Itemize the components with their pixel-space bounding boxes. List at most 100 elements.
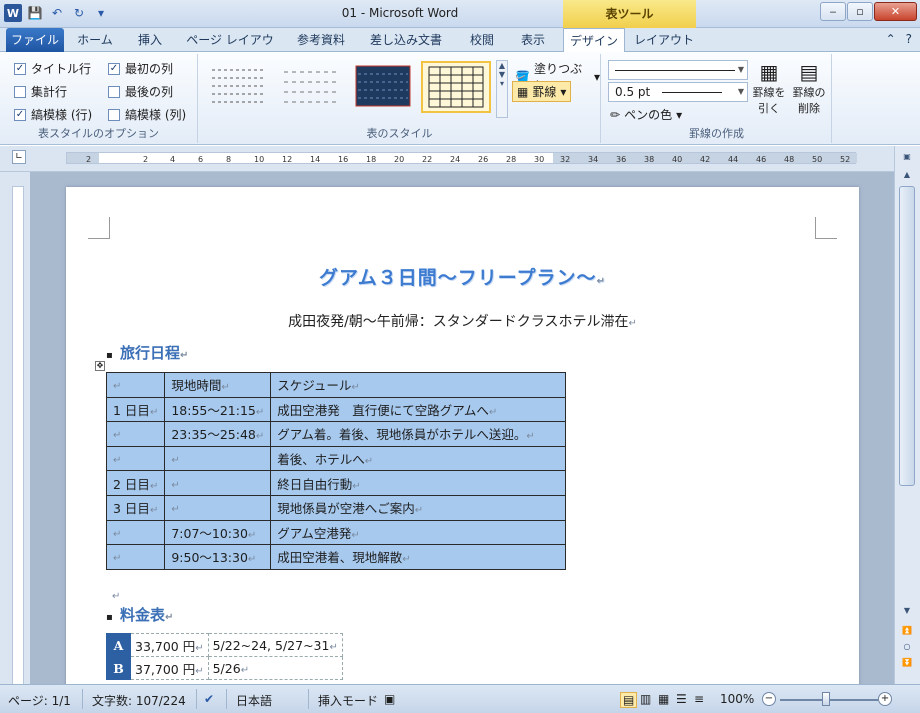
table-cell[interactable]: 9:50～13:30↵ [164, 544, 272, 570]
line-weight-dropdown[interactable]: 0.5 pt ▼ [608, 82, 748, 102]
table-cell[interactable]: 3 日目↵ [105, 494, 166, 521]
tab-view[interactable]: 表示 [510, 28, 556, 52]
restore-button[interactable]: ▫ [847, 2, 873, 21]
table-cell[interactable]: 1 日目↵ [105, 396, 166, 423]
table-cell[interactable]: グアム空港発↵ [270, 519, 567, 546]
table-move-handle-icon[interactable]: ✥ [95, 361, 105, 371]
draw-borders-group: ▼ 0.5 pt ▼ ✏ ペンの色 ▾ ▦ 罫線を 引く ▤ 罫線の 削除 罫線の作… [602, 54, 832, 143]
document-subtitle[interactable]: 成田夜発/朝～午前帰：スタンダードクラスホテル滞在↵ [66, 311, 859, 331]
section-heading-itinerary[interactable]: 旅行日程↵ [106, 342, 188, 363]
tab-design[interactable]: デザイン [563, 28, 625, 53]
table-cell[interactable]: ↵ [105, 445, 166, 472]
word-count[interactable]: 文字数: 107/224 [92, 692, 186, 709]
table-cell[interactable]: ↵ [105, 519, 166, 546]
table-cell[interactable]: 2 日目↵ [105, 470, 166, 496]
zoom-slider-handle[interactable] [822, 692, 830, 706]
insert-mode[interactable]: 挿入モード [318, 692, 378, 709]
table-style-plain-2[interactable] [277, 61, 347, 113]
ribbon-minimize-icon[interactable]: ⌃ [886, 32, 896, 46]
tab-review[interactable]: 校閲 [458, 28, 506, 52]
itinerary-table[interactable]: ↵ 現地時間↵ スケジュール↵ 1 日目↵ 18:55～21:15↵ 成田空港発 直行便に… [105, 372, 567, 570]
document-page[interactable]: グアム３日間～フリープラン～↵ 成田夜発/朝～午前帰：スタンダードクラスホテル滞… [66, 187, 859, 684]
zoom-out-icon[interactable]: − [762, 692, 776, 706]
draw-table-button[interactable]: ▦ 罫線を 引く [752, 60, 786, 116]
eraser-button[interactable]: ▤ 罫線の 削除 [792, 60, 826, 116]
tab-layout[interactable]: レイアウト [632, 28, 696, 52]
tab-insert[interactable]: 挿入 [126, 28, 174, 52]
table-cell[interactable]: グアム着。着後、現地係員がホテルへ送迎。↵ [270, 421, 567, 447]
table-cell[interactable]: 終日自由行動↵ [270, 470, 567, 496]
outline-view-icon[interactable]: ☰ [676, 692, 687, 706]
table-cell[interactable]: 7:07～10:30↵ [164, 519, 272, 546]
next-page-icon[interactable]: ⏬ [899, 658, 915, 672]
macro-record-icon[interactable]: ▣ [384, 692, 395, 706]
ruler-tick-label: 10 [254, 155, 265, 164]
borders-button[interactable]: ▦ 罫線 ▾ [512, 81, 572, 102]
table-cell[interactable]: スケジュール↵ [270, 372, 567, 398]
vertical-ruler[interactable] [0, 172, 30, 686]
previous-page-icon[interactable]: ⏫ [899, 626, 915, 640]
close-button[interactable]: ✕ [874, 2, 917, 21]
table-cell[interactable]: 成田空港着、現地解散↵ [270, 544, 567, 570]
section-heading-pricing[interactable]: 料金表↵ [106, 604, 173, 625]
document-workspace[interactable]: グアム３日間～フリープラン～↵ 成田夜発/朝～午前帰：スタンダードクラスホテル滞… [30, 172, 894, 684]
table-cell[interactable]: 23:35～25:48↵ [164, 421, 272, 447]
zoom-level[interactable]: 100% [720, 692, 754, 706]
table-cell[interactable]: 5/22~24, 5/27~31↵ [207, 633, 343, 657]
table-style-grid-selected[interactable] [421, 61, 491, 113]
table-cell[interactable]: ↵ [105, 544, 166, 570]
browse-object-icon[interactable]: ○ [899, 642, 915, 656]
tab-home[interactable]: ホーム [70, 28, 120, 52]
scroll-thumb[interactable] [899, 186, 915, 486]
web-layout-icon[interactable]: ▦ [658, 692, 669, 706]
vertical-scrollbar[interactable]: ▣ ▲ ▼ ⏫ ○ ⏬ [894, 146, 920, 684]
table-cell[interactable]: 5/26↵ [207, 656, 343, 680]
table-cell[interactable]: ↵ [164, 470, 272, 496]
pen-color-button[interactable]: ✏ ペンの色 ▾ [610, 106, 682, 123]
table-cell[interactable]: 着後、ホテルへ↵ [270, 445, 567, 472]
option-last-column[interactable]: 最後の列 [108, 83, 173, 100]
tab-selector-icon[interactable]: ∟ [12, 150, 26, 164]
minimize-button[interactable]: ‒ [820, 2, 846, 21]
language[interactable]: 日本語 [236, 692, 272, 709]
table-cell[interactable]: ↵ [164, 494, 272, 521]
table-style-dark[interactable] [349, 61, 419, 113]
price-code-cell[interactable]: A [106, 633, 131, 657]
tab-mailings[interactable]: 差し込み文書 [362, 28, 450, 52]
option-banded-rows[interactable]: ✓ 縞模様 (行) [14, 106, 92, 123]
option-header-row[interactable]: ✓ タイトル行 [14, 60, 91, 77]
table-cell[interactable]: ↵ [105, 421, 166, 447]
ruler-tick-label: 6 [198, 155, 204, 164]
tab-file[interactable]: ファイル [6, 28, 64, 52]
pricing-table[interactable]: A 33,700 円↵ 5/22~24, 5/27~31↵ B 37,700 円↵ 5/2… [106, 633, 343, 680]
scroll-up-icon[interactable]: ▲ [899, 170, 915, 184]
option-banded-columns[interactable]: 縞模様 (列) [108, 106, 186, 123]
table-cell[interactable]: ↵ [164, 445, 272, 472]
table-cell[interactable]: 33,700 円↵ [130, 633, 209, 657]
line-style-dropdown[interactable]: ▼ [608, 60, 748, 80]
document-heading[interactable]: グアム３日間～フリープラン～↵ [66, 263, 859, 290]
option-total-row[interactable]: 集計行 [14, 83, 67, 100]
draft-view-icon[interactable]: ≡ [694, 692, 704, 706]
gallery-scroll[interactable]: ▲ ▼ ▾ [496, 60, 508, 118]
table-cell[interactable]: 現地時間↵ [164, 372, 272, 398]
tab-page-layout[interactable]: ページ レイアウト [182, 28, 278, 71]
table-cell[interactable]: 37,700 円↵ [130, 656, 209, 680]
table-cell[interactable]: 18:55～21:15↵ [164, 396, 272, 423]
option-first-column[interactable]: ✓ 最初の列 [108, 60, 173, 77]
price-code-cell[interactable]: B [106, 656, 131, 680]
tab-references[interactable]: 参考資料 [286, 28, 356, 52]
table-cell[interactable]: 成田空港発 直行便にて空路グアムへ↵ [270, 396, 567, 423]
full-screen-reading-icon[interactable]: ▥ [640, 692, 651, 706]
ruler-toggle-icon[interactable]: ▣ [899, 152, 915, 166]
help-icon[interactable]: ? [906, 32, 912, 46]
table-style-plain-1[interactable] [205, 61, 275, 113]
horizontal-ruler[interactable]: ∟ 2 2 4 6 8 10 12 14 16 18 20 22 24 26 28 30 32 34 36 38 40 4… [0, 146, 920, 172]
proofing-icon[interactable]: ✔ [204, 692, 214, 706]
page-count[interactable]: ページ: 1/1 [8, 692, 71, 709]
print-layout-view-icon[interactable]: ▤ [620, 692, 638, 708]
zoom-in-icon[interactable]: + [878, 692, 892, 706]
table-cell[interactable]: ↵ [105, 372, 166, 398]
scroll-down-icon[interactable]: ▼ [899, 606, 915, 620]
table-cell[interactable]: 現地係員が空港へご案内↵ [270, 494, 567, 521]
